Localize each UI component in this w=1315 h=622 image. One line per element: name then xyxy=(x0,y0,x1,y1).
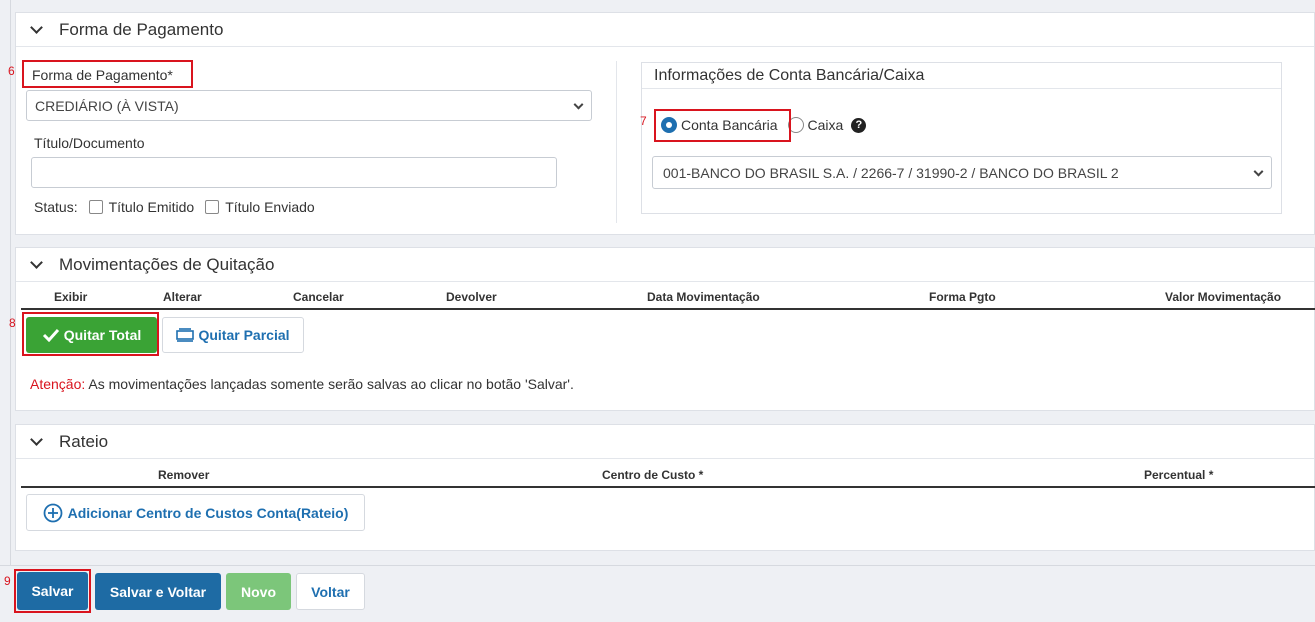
rateio-panel-header[interactable]: Rateio xyxy=(16,425,1314,459)
step-mark-6: 6 xyxy=(8,64,15,78)
save-and-back-button[interactable]: Salvar e Voltar xyxy=(95,573,221,610)
payment-panel-title: Forma de Pagamento xyxy=(59,19,224,39)
col-alterar: Alterar xyxy=(163,290,202,304)
title-issued-label: Título Emitido xyxy=(108,199,195,215)
col-remover: Remover xyxy=(158,468,210,482)
rateio-header-rule xyxy=(21,486,1315,488)
bank-account-select[interactable]: 001-BANCO DO BRASIL S.A. / 2266-7 / 3199… xyxy=(652,156,1272,189)
title-document-label: Título/Documento xyxy=(34,135,145,151)
title-issued-checkbox[interactable] xyxy=(88,200,103,214)
movements-header-rule xyxy=(21,308,1315,310)
rateio-panel-title: Rateio xyxy=(59,431,109,451)
movements-panel-header[interactable]: Movimentações de Quitação xyxy=(16,248,1314,282)
bank-box-title: Informações de Conta Bancária/Caixa xyxy=(642,63,1281,89)
left-divider xyxy=(10,0,11,565)
payment-method-select[interactable]: CREDIÁRIO (À VISTA) xyxy=(26,90,592,121)
payment-method-value: CREDIÁRIO (À VISTA) xyxy=(35,97,179,114)
col-data-movimentacao: Data Movimentação xyxy=(647,290,760,304)
title-sent-label: Título Enviado xyxy=(225,199,315,215)
chevron-down-icon[interactable] xyxy=(30,432,43,446)
payment-panel-header[interactable]: Forma de Pagamento xyxy=(16,13,1314,47)
step-mark-9: 9 xyxy=(4,574,11,588)
quitar-parcial-button[interactable]: Quitar Parcial xyxy=(162,317,304,353)
step-mark-7: 7 xyxy=(640,114,647,128)
cash-radio-label[interactable]: Caixa xyxy=(808,117,844,133)
highlight-quitar-total xyxy=(22,312,159,356)
step-mark-8: 8 xyxy=(9,316,16,330)
col-percentual: Percentual * xyxy=(1144,468,1214,482)
chevron-down-icon xyxy=(1253,166,1264,177)
bank-account-value: 001-BANCO DO BRASIL S.A. / 2266-7 / 3199… xyxy=(663,164,1119,181)
save-button[interactable]: Salvar xyxy=(17,572,88,610)
col-valor-movimentacao: Valor Movimentação xyxy=(1165,290,1282,304)
add-cost-center-button[interactable]: Adicionar Centro de Custos Conta(Rateio) xyxy=(26,494,365,531)
col-forma-pgto: Forma Pgto xyxy=(929,290,996,304)
help-icon[interactable]: ? xyxy=(851,117,867,133)
rateio-panel: Rateio Remover Centro de Custo * Percent… xyxy=(15,424,1315,551)
col-cancelar: Cancelar xyxy=(293,290,344,304)
col-exibir: Exibir xyxy=(54,290,88,304)
col-centro-custo: Centro de Custo * xyxy=(602,468,704,482)
col-devolver: Devolver xyxy=(446,290,497,304)
new-button[interactable]: Novo xyxy=(226,573,291,610)
title-document-input[interactable] xyxy=(31,157,557,188)
status-label: Status: xyxy=(34,199,78,215)
warning-label: Atenção: xyxy=(30,376,86,392)
highlight-bank-account-radio xyxy=(654,109,791,142)
title-sent-checkbox[interactable] xyxy=(205,200,220,214)
save-warning: Atenção: As movimentações lançadas somen… xyxy=(30,376,574,392)
movements-panel-title: Movimentações de Quitação xyxy=(59,254,275,274)
chevron-down-icon[interactable] xyxy=(30,20,43,34)
highlight-payment-method xyxy=(22,60,193,88)
column-divider xyxy=(616,61,617,223)
chevron-down-icon[interactable] xyxy=(30,255,43,269)
plus-circle-icon xyxy=(43,503,62,522)
chevron-down-icon xyxy=(573,99,584,110)
warning-text: As movimentações lançadas somente serão … xyxy=(88,376,574,392)
back-button[interactable]: Voltar xyxy=(296,573,365,610)
footer-divider xyxy=(0,565,1315,566)
movements-panel: Movimentações de Quitação Exibir Alterar… xyxy=(15,247,1315,411)
status-row: Status: Título Emitido Título Enviado xyxy=(34,199,315,215)
money-icon xyxy=(176,328,195,342)
